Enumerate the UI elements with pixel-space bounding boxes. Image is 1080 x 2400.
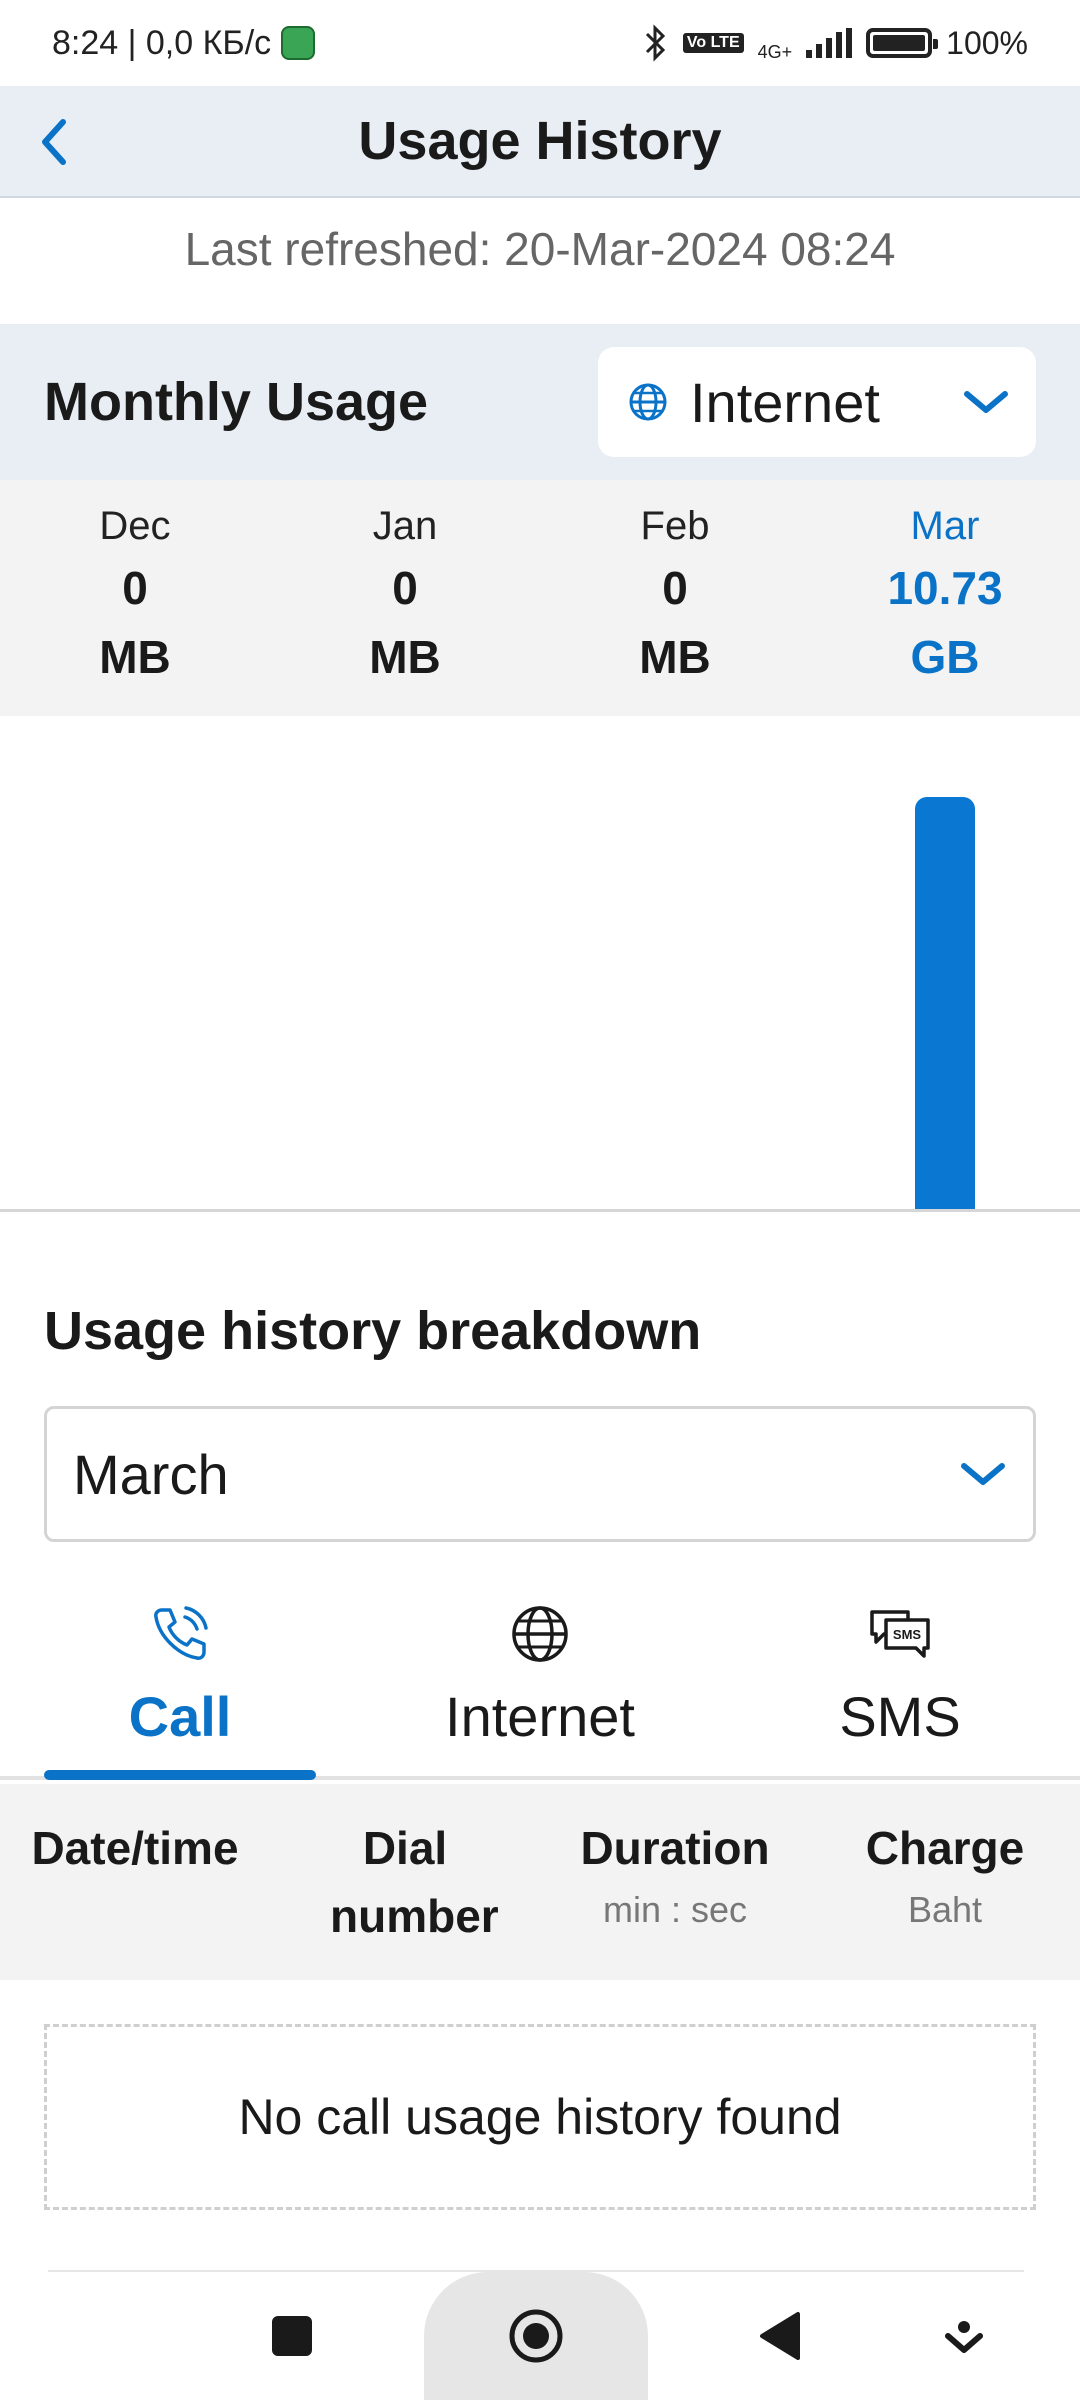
bluetooth-icon [645, 24, 666, 62]
volte-icon: Vo LTE [682, 33, 744, 53]
month-value: 0 [662, 562, 688, 614]
chevron-down-icon [964, 391, 1008, 413]
status-time: 8:24 | 0,0 КБ/с [52, 23, 272, 62]
month-value: 10.73 [887, 562, 1003, 614]
month-name: Dec [99, 504, 171, 548]
column-duration: Duration min : sec [540, 1784, 810, 1980]
globe-icon [512, 1606, 568, 1662]
month-mar[interactable]: Mar 10.73 GB [810, 480, 1080, 716]
home-button[interactable] [424, 2272, 648, 2400]
phone-icon [154, 1606, 208, 1660]
app-notification-icon [281, 26, 316, 60]
tab-label: Call [128, 1685, 232, 1748]
tab-label: SMS [839, 1685, 961, 1748]
breakdown-title: Usage history breakdown [44, 1301, 702, 1361]
tab-internet[interactable]: Internet [360, 1584, 720, 1776]
month-dec[interactable]: Dec 0 MB [0, 480, 270, 716]
column-label: Dial number [330, 1822, 499, 1942]
breakdown-month-selected: March [73, 1442, 229, 1506]
tab-call[interactable]: Call [0, 1584, 360, 1780]
network-type: 4G+ [757, 41, 793, 62]
month-jan[interactable]: Jan 0 MB [270, 480, 540, 716]
signal-icon [806, 28, 853, 58]
month-name: Feb [640, 504, 710, 548]
square-icon [272, 2316, 312, 2356]
breakdown-tabs: Call Internet SMS SMS [0, 1584, 1080, 1780]
last-refreshed-text: Last refreshed: 20-Mar-2024 08:24 [184, 223, 896, 275]
month-feb[interactable]: Feb 0 MB [540, 480, 810, 716]
column-sublabel: Baht [907, 1889, 983, 1930]
month-value: 0 [122, 562, 148, 614]
sms-icon: SMS [870, 1610, 930, 1658]
column-charge: Charge Baht [810, 1784, 1080, 1980]
empty-message: No call usage history found [238, 2089, 842, 2145]
battery-icon [866, 28, 939, 58]
back-nav-button[interactable] [740, 2296, 820, 2376]
usage-type-dropdown[interactable]: Internet [598, 347, 1036, 457]
month-name: Jan [372, 504, 438, 548]
month-unit: MB [99, 631, 171, 683]
tab-sms[interactable]: SMS SMS [720, 1584, 1080, 1776]
usage-type-selected: Internet [690, 370, 880, 434]
battery-level: 100% [946, 24, 1028, 61]
month-name: Mar [910, 504, 980, 548]
column-dial-number: Dial number [270, 1784, 540, 1980]
monthly-usage-header: Monthly Usage Internet [0, 324, 1080, 480]
column-label: Charge [865, 1822, 1025, 1874]
chart-baseline [0, 1209, 1080, 1212]
month-unit: MB [369, 631, 441, 683]
tab-label: Internet [445, 1685, 635, 1748]
globe-icon [629, 383, 667, 421]
chevron-down-icon [961, 1463, 1005, 1485]
status-bar: 8:24 | 0,0 КБ/с Vo LTE 4G+ 100% [0, 0, 1080, 86]
back-button[interactable] [20, 108, 88, 176]
chevron-down-dot-icon [945, 2321, 983, 2353]
status-right: Vo LTE 4G+ 100% [643, 24, 1028, 63]
month-value: 0 [392, 562, 418, 614]
app-header: Usage History [0, 86, 1080, 198]
column-label: Date/time [31, 1822, 239, 1874]
monthly-usage-title: Monthly Usage [44, 372, 429, 432]
monthly-usage-chart [0, 716, 1080, 1212]
home-circle-icon [509, 2309, 563, 2363]
chevron-left-icon [42, 119, 66, 165]
month-summary-row: Dec 0 MB Jan 0 MB Feb 0 MB Mar 10.73 GB [0, 480, 1080, 716]
breakdown-month-dropdown[interactable]: March [44, 1406, 1036, 1542]
page-title: Usage History [358, 111, 722, 171]
assistant-button[interactable] [924, 2296, 1004, 2376]
column-date-time: Date/time [0, 1784, 270, 1980]
column-sublabel: min : sec [602, 1889, 748, 1930]
month-unit: MB [639, 631, 711, 683]
column-label: Duration [580, 1822, 770, 1874]
usage-bar-mar [915, 797, 975, 1209]
status-left: 8:24 | 0,0 КБ/с [52, 23, 316, 63]
triangle-back-icon [760, 2312, 800, 2360]
svg-text:SMS: SMS [893, 1627, 922, 1642]
empty-state: No call usage history found [44, 2024, 1036, 2210]
system-nav-bar [0, 2272, 1080, 2400]
month-unit: GB [910, 631, 980, 683]
table-header: Date/time Dial number Duration min : sec… [0, 1784, 1080, 1980]
recents-button[interactable] [252, 2296, 332, 2376]
